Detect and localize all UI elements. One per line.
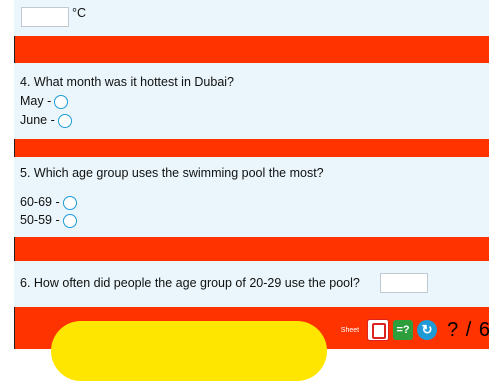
footer-toolbar: Sheet =? ↻ ? / 6	[341, 315, 491, 345]
radio-may[interactable]	[54, 94, 69, 109]
worksheet-frame: °C 4. What month was it hottest in Dubai…	[0, 0, 501, 381]
question-3-box: °C	[14, 0, 489, 36]
sheet-label: Sheet	[340, 326, 360, 334]
option-60-69[interactable]: 60-69 -	[20, 195, 77, 210]
option-label: 60-69 -	[20, 195, 60, 209]
question-5-box: 5. Which age group uses the swimming poo…	[14, 157, 489, 237]
option-june[interactable]: June -	[20, 113, 72, 128]
reload-icon[interactable]: ↻	[417, 320, 438, 340]
question-4-text: 4. What month was it hottest in Dubai?	[20, 75, 234, 89]
score-display: ? / 6	[447, 318, 491, 341]
question-6-box: 6. How often did people the age group of…	[14, 261, 489, 307]
pdf-icon[interactable]	[367, 319, 390, 341]
check-answers-icon[interactable]: =?	[393, 320, 414, 340]
question-4-box: 4. What month was it hottest in Dubai? M…	[14, 63, 489, 139]
radio-60-69[interactable]	[62, 195, 77, 210]
question-6-text: 6. How often did people the age group of…	[20, 276, 360, 290]
option-50-59[interactable]: 50-59 -	[20, 213, 77, 228]
option-may[interactable]: May -	[20, 94, 69, 109]
frequency-input[interactable]	[380, 273, 428, 293]
option-label: 50-59 -	[20, 213, 60, 227]
radio-50-59[interactable]	[62, 213, 77, 228]
option-label: June -	[20, 113, 55, 127]
check-answers-button[interactable]	[51, 321, 327, 381]
temperature-input[interactable]	[21, 7, 69, 27]
question-5-text: 5. Which age group uses the swimming poo…	[20, 166, 324, 180]
option-label: May -	[20, 94, 52, 108]
unit-label: °C	[72, 6, 87, 20]
radio-june[interactable]	[57, 113, 72, 128]
